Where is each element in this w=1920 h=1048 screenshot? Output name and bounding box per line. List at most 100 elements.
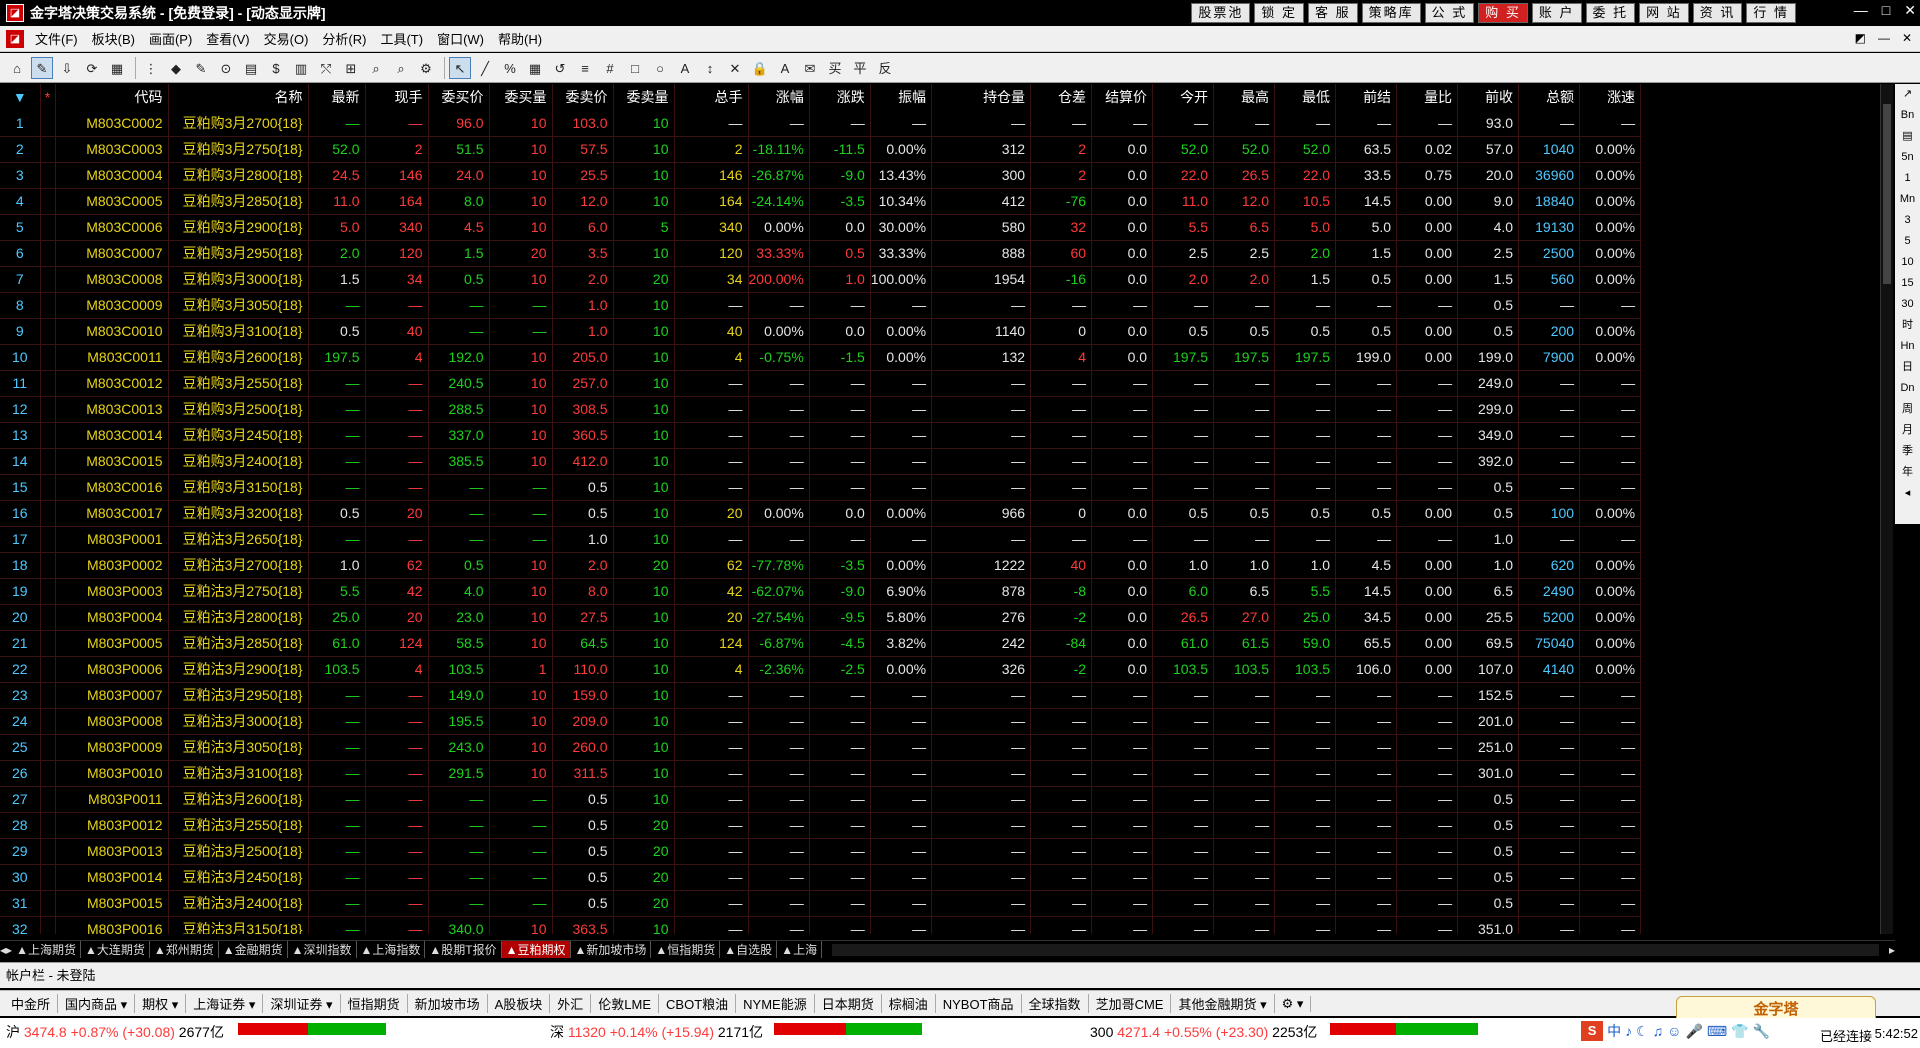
column-header-20[interactable]: 量比 [1396, 84, 1459, 110]
market-tab-0[interactable]: 中金所 [4, 994, 59, 1013]
menu-item-1[interactable]: 板块(B) [85, 29, 142, 48]
sheet-tab-1[interactable]: ▲大连期货 [81, 941, 150, 958]
column-header-18[interactable]: 最低 [1274, 84, 1337, 110]
toolbar-icon-7[interactable]: ✎ [190, 57, 212, 79]
period-button-19[interactable]: ◂ [1905, 483, 1911, 504]
top-button-6[interactable]: 账 户 [1531, 3, 1582, 23]
table-row[interactable]: 31 M803P0015 豆粕沽3月2400{18} — — — —0.5 20— — — — — — —… [0, 890, 1642, 917]
column-header-23[interactable]: 涨速 [1579, 84, 1642, 110]
market-tab-2[interactable]: 期权 ▾ [135, 994, 187, 1013]
top-button-0[interactable]: 股票池 [1191, 3, 1251, 23]
toolbar-icon-15[interactable]: ⌕ [390, 57, 412, 79]
toolbar-icon-20[interactable]: ▦ [524, 57, 546, 79]
toolbar-icon-6[interactable]: ◆ [165, 57, 187, 79]
toolbar-icon-1[interactable]: ✎ [31, 56, 53, 79]
toolbar-icon-4[interactable]: ▦ [106, 57, 128, 79]
table-row[interactable]: 12 M803C0013 豆粕购3月2500{18} — —288.5 10 308.5 10… [0, 396, 1642, 423]
sheet-tab-5[interactable]: ▲上海指数 [357, 941, 426, 958]
horizontal-scrollbar[interactable] [832, 943, 1879, 956]
table-row[interactable]: 27 M803P0011 豆粕沽3月2600{18} — — — —0.5 10— — — — — — —… [0, 786, 1642, 813]
table-row[interactable]: 15 M803C0016 豆粕购3月3150{18} — — — —0.5 10— — — — — — —… [0, 474, 1642, 501]
column-header-2[interactable]: 名称 [168, 84, 309, 110]
top-button-1[interactable]: 锁 定 [1254, 3, 1304, 23]
column-header-10[interactable]: 涨幅 [748, 84, 810, 110]
table-row[interactable]: 14 M803C0015 豆粕购3月2400{18} — —385.5 10 412.0 10… [0, 448, 1642, 475]
market-tab-9[interactable]: 伦敦LME [591, 994, 660, 1013]
table-row[interactable]: 3 M803C0004 豆粕购3月2800{18} 24.5 146 24.0 10 25.5… [0, 162, 1642, 189]
market-tab-4[interactable]: 深圳证券 ▾ [263, 994, 341, 1013]
period-button-8[interactable]: 10 [1901, 252, 1913, 273]
column-header-6[interactable]: 委买量 [489, 84, 553, 110]
column-header-22[interactable]: 总额 [1518, 84, 1581, 110]
menu-item-6[interactable]: 工具(T) [373, 29, 430, 48]
toolbar-icon-31[interactable]: ✉ [799, 57, 821, 79]
menu-item-8[interactable]: 帮助(H) [491, 29, 549, 48]
column-header-21[interactable]: 前收 [1457, 84, 1520, 110]
toolbar-icon-0[interactable]: ⌂ [6, 57, 28, 79]
period-button-17[interactable]: 季 [1902, 441, 1913, 462]
toolbar-icon-22[interactable]: ≡ [574, 57, 596, 79]
period-button-12[interactable]: Hn [1900, 336, 1914, 357]
table-row[interactable]: 29 M803P0013 豆粕沽3月2500{18} — — — —0.5 20— — — — — — —… [0, 838, 1642, 865]
column-header-14[interactable]: 仓差 [1030, 84, 1093, 110]
market-tab-16[interactable]: 芝加哥CME [1089, 994, 1172, 1013]
period-button-4[interactable]: 1 [1904, 168, 1910, 189]
toolbar-icon-17[interactable]: ↖ [449, 56, 471, 79]
mdi-close-icon[interactable]: ✕ [1902, 31, 1912, 45]
column-header-9[interactable]: 总手 [674, 84, 749, 110]
market-tab-15[interactable]: 全球指数 [1022, 994, 1089, 1013]
toolbar-icon-12[interactable]: ⤲ [315, 57, 337, 79]
table-row[interactable]: 18 M803P0002 豆粕沽3月2700{18} 1.0 62 0.5 10 2.0 20 6… [0, 552, 1642, 579]
table-row[interactable]: 5 M803C0006 豆粕购3月2900{18} 5.0 340 4.5 10 6.0 5 34… [0, 214, 1642, 241]
tray-icon-2[interactable]: ♪ [1625, 1023, 1632, 1039]
table-row[interactable]: 22 M803P0006 豆粕沽3月2900{18} 103.5 4 103.5 1 110.… [0, 656, 1642, 683]
table-row[interactable]: 20 M803P0004 豆粕沽3月2800{18} 25.0 20 23.0 10 27.5… [0, 604, 1642, 631]
period-button-14[interactable]: Dn [1900, 378, 1914, 399]
toolbar-icon-24[interactable]: □ [624, 57, 646, 79]
market-tab-6[interactable]: 新加坡市场 [408, 994, 488, 1013]
sheet-tab-0[interactable]: ▲上海期货 [12, 941, 81, 958]
table-row[interactable]: 24 M803P0008 豆粕沽3月3000{18} — —195.5 10 209.0 10… [0, 708, 1642, 735]
close-icon[interactable]: ✕ [1904, 2, 1916, 19]
table-row[interactable]: 13 M803C0014 豆粕购3月2450{18} — —337.0 10 360.5 10… [0, 422, 1642, 449]
tray-icon-4[interactable]: ♫ [1653, 1023, 1664, 1039]
toolbar-icon-25[interactable]: ○ [649, 57, 671, 79]
table-row[interactable]: 23 M803P0007 豆粕沽3月2950{18} — —149.0 10 159.0 10… [0, 682, 1642, 709]
top-button-8[interactable]: 网 站 [1639, 3, 1689, 23]
period-button-16[interactable]: 月 [1902, 420, 1913, 441]
period-button-2[interactable]: ▤ [1902, 126, 1912, 147]
toolbar-icon-5[interactable]: ⋮ [140, 57, 162, 79]
market-tab-12[interactable]: 日本期货 [815, 994, 882, 1013]
table-row[interactable]: 8 M803C0009 豆粕购3月3050{18} — — — —1.0 10— — — — — — — —… [0, 292, 1642, 319]
market-tab-17[interactable]: 其他金融期货 ▾ [1171, 994, 1275, 1013]
toolbar-icon-21[interactable]: ↺ [549, 57, 571, 79]
toolbar-icon-32[interactable]: 买 [824, 57, 846, 79]
column-header-19[interactable]: 前结 [1335, 84, 1398, 110]
top-button-5[interactable]: 购 买 [1478, 3, 1528, 23]
sheet-tab-2[interactable]: ▲郑州期货 [150, 941, 219, 958]
tray-icon-7[interactable]: ⌨ [1707, 1023, 1727, 1040]
menu-item-5[interactable]: 分析(R) [315, 29, 373, 48]
sheet-tab-7[interactable]: ▲豆粕期权 [501, 941, 571, 958]
table-row[interactable]: 1 M803C0002 豆粕购3月2700{18} — —96.0 10 103.0 10— —… [0, 110, 1642, 137]
toolbar-icon-16[interactable]: ⚙ [415, 57, 437, 79]
market-tab-3[interactable]: 上海证券 ▾ [186, 994, 264, 1013]
table-row[interactable]: 4 M803C0005 豆粕购3月2850{18} 11.0 164 8.0 10 12.0 1… [0, 188, 1642, 215]
tray-icon-5[interactable]: ☺ [1667, 1023, 1681, 1039]
tray-icon-9[interactable]: 🔧 [1753, 1023, 1770, 1040]
column-header-4[interactable]: 现手 [365, 84, 429, 110]
sheet-tab-6[interactable]: ▲股期T报价 [425, 941, 502, 958]
top-button-7[interactable]: 委 托 [1585, 3, 1636, 23]
toolbar-icon-33[interactable]: 平 [849, 57, 871, 79]
toolbar-icon-30[interactable]: A [774, 57, 796, 79]
toolbar-icon-34[interactable]: 反 [874, 57, 896, 79]
period-button-13[interactable]: 日 [1902, 357, 1913, 378]
table-row[interactable]: 10 M803C0011 豆粕购3月2600{18} 197.5 4 192.0 10 205… [0, 344, 1642, 371]
top-button-10[interactable]: 行 情 [1746, 3, 1796, 23]
table-row[interactable]: 9 M803C0010 豆粕购3月3100{18} 0.5 40— —1.0 10 40 0.0… [0, 318, 1642, 345]
column-header-13[interactable]: 持仓量 [931, 84, 1032, 110]
mdi-restore-icon[interactable]: ◩ [1855, 31, 1866, 45]
period-button-6[interactable]: 3 [1904, 210, 1910, 231]
column-header-12[interactable]: 振幅 [870, 84, 933, 110]
toolbar-icon-19[interactable]: % [499, 57, 521, 79]
